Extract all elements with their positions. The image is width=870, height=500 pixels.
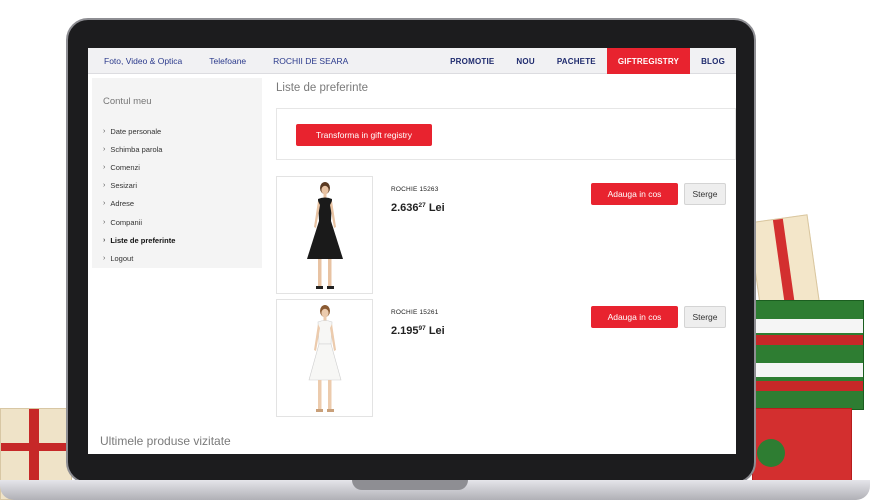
delete-button[interactable]: Sterge (684, 306, 726, 328)
sidebar-item-sesizari[interactable]: › Sesizari (103, 177, 175, 195)
chevron-right-icon: › (103, 163, 106, 171)
sidebar-item-date-personale[interactable]: › Date personale (103, 122, 175, 140)
page-title: Liste de preferinte (276, 82, 369, 94)
nav-sections: PROMOTIE NOU PACHETE GIFTREGISTRY BLOG (439, 48, 736, 74)
dress-skirt-shape (308, 343, 342, 381)
delete-button[interactable]: Sterge (684, 183, 726, 205)
nav-link-pachete[interactable]: PACHETE (546, 48, 607, 74)
dress-top-shape (317, 320, 333, 345)
account-sidebar: Contul meu › Date personale › Schimba paro… (92, 78, 262, 268)
add-to-cart-button[interactable]: Adauga in cos (591, 183, 678, 205)
gift-box-right-middle (752, 300, 864, 410)
chevron-right-icon: › (103, 236, 106, 244)
product-price: 2.63627 Lei (391, 202, 445, 214)
chevron-right-icon: › (103, 200, 106, 208)
gift-registry-button[interactable]: Transforma in gift registry (296, 124, 432, 146)
product-image[interactable] (276, 176, 373, 294)
laptop-notch (352, 480, 468, 490)
recently-viewed-title: Ultimele produse vizitate (100, 434, 231, 448)
nav-link-foto-video[interactable]: Foto, Video & Optica (88, 56, 193, 66)
dress-top-shape (318, 197, 332, 221)
chevron-right-icon: › (103, 182, 106, 190)
wishlist-item: ROCHIE 15263 2.63627 Lei Adauga in cos S… (276, 176, 736, 294)
nav-link-giftregistry[interactable]: GIFTREGISTRY (606, 48, 691, 74)
sidebar-item-adrese[interactable]: › Adrese (103, 195, 175, 213)
wishlist-item: ROCHIE 15261 2.19597 Lei Adauga in cos S… (276, 299, 736, 417)
sidebar-item-logout[interactable]: › Logout (103, 249, 175, 267)
dress-skirt-shape (307, 221, 343, 259)
sidebar-item-companii[interactable]: › Companii (103, 213, 175, 231)
product-name[interactable]: ROCHIE 15263 (391, 186, 439, 193)
sidebar-item-schimba-parola[interactable]: › Schimba parola (103, 140, 175, 158)
sidebar-item-liste-preferinte[interactable]: › Liste de preferinte (103, 231, 175, 249)
nav-categories: Foto, Video & Optica Telefoane ROCHII DE… (88, 48, 359, 74)
nav-link-promotie[interactable]: PROMOTIE (439, 48, 505, 74)
nav-link-nou[interactable]: NOU (505, 48, 545, 74)
product-name[interactable]: ROCHIE 15261 (391, 309, 439, 316)
chevron-right-icon: › (103, 254, 106, 262)
product-price: 2.19597 Lei (391, 325, 445, 337)
sidebar-menu: › Date personale › Schimba parola › Comenzi… (103, 122, 175, 268)
gift-box-right-top (748, 214, 820, 312)
nav-link-blog[interactable]: BLOG (690, 48, 736, 74)
chevron-right-icon: › (103, 145, 106, 153)
add-to-cart-button[interactable]: Adauga in cos (591, 306, 678, 328)
sidebar-title: Contul meu (103, 96, 152, 107)
product-image[interactable] (276, 299, 373, 417)
sidebar-item-comenzi[interactable]: › Comenzi (103, 158, 175, 176)
nav-link-telefoane[interactable]: Telefoane (193, 56, 257, 66)
nav-link-rochii[interactable]: ROCHII DE SEARA (257, 56, 359, 66)
top-navbar: Foto, Video & Optica Telefoane ROCHII DE… (88, 48, 736, 74)
chevron-right-icon: › (103, 218, 106, 226)
chevron-right-icon: › (103, 127, 106, 135)
laptop-screen: Foto, Video & Optica Telefoane ROCHII DE… (88, 48, 736, 454)
gift-registry-panel: Transforma in gift registry (276, 108, 736, 160)
